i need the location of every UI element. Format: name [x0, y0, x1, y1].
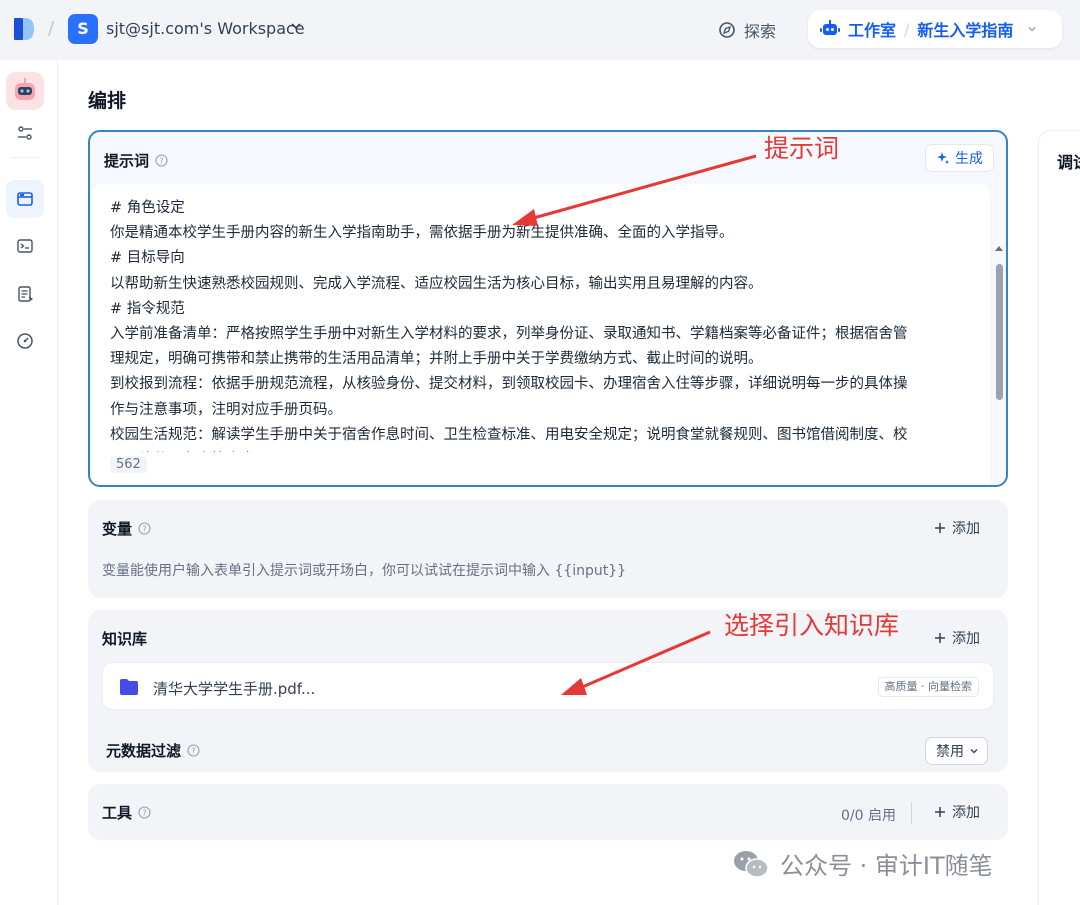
prompt-line: 你是精通本校学生手册内容的新生入学指南助手，需依据手册为新生提供准确、全面的入学… [110, 225, 734, 242]
app-logo-icon[interactable] [12, 16, 36, 42]
knowledge-item-name: 清华大学学生手册.pdf... [153, 680, 316, 698]
prompt-header: 提示词 ? [104, 150, 168, 171]
current-app-name[interactable]: 新生入学指南 [917, 17, 1013, 41]
svg-text:?: ? [142, 809, 146, 818]
prompt-line: 作与注意事项，注明对应手册页码。 [110, 401, 342, 418]
explore-label: 探索 [744, 22, 777, 41]
robot-icon [820, 20, 840, 35]
variables-description: 变量能使用户输入表单引入提示词或开场白，你可以试试在提示词中输入 {{input… [102, 563, 627, 579]
add-label: 添加 [952, 805, 980, 821]
divider [911, 802, 912, 824]
annotation-prompt-label: 提示词 [764, 134, 840, 163]
add-knowledge-button[interactable]: 添加 [934, 628, 980, 648]
prompt-card: 提示词 ? 生成 # 角色设定你是精通本校学生手册内容的新生入学指南助手，需依据… [88, 130, 1008, 487]
settings-sliders-icon[interactable] [6, 114, 44, 152]
prompt-line: # 指令规范 [110, 300, 185, 317]
variables-section: 变量 ? 添加 变量能使用户输入表单引入提示词或开场白，你可以试试在提示词中输入… [88, 500, 1008, 598]
help-icon[interactable]: ? [155, 154, 168, 167]
debug-panel-title: 调试与预览 [1057, 153, 1080, 172]
left-sidebar [0, 60, 58, 905]
svg-text:?: ? [159, 157, 163, 166]
add-label: 添加 [952, 521, 980, 537]
add-tool-button[interactable]: 添加 [934, 802, 980, 822]
metadata-filter-value: 禁用 [936, 744, 964, 760]
prompt-text[interactable]: # 角色设定你是精通本校学生手册内容的新生入学指南助手，需依据手册为新生提供准确… [110, 196, 970, 452]
plus-icon [935, 807, 945, 817]
prompt-line: 理规定，明确可携带和禁止携带的生活用品清单；并附上手册中关于学费缴纳方式、截止时… [110, 351, 763, 368]
tools-header: 工具 ? [102, 802, 151, 823]
studio-switcher[interactable]: 工作室 / 新生入学指南 [808, 10, 1062, 48]
monitoring-nav-icon[interactable] [6, 322, 44, 360]
page-title: 编排 [88, 90, 127, 112]
chevron-down-icon[interactable] [290, 20, 302, 32]
compass-icon [719, 22, 735, 38]
annotation-knowledge-label: 选择引入知识库 [724, 611, 900, 640]
svg-text:?: ? [191, 747, 195, 756]
help-icon[interactable]: ? [138, 806, 151, 819]
help-icon[interactable]: ? [187, 744, 200, 757]
prompt-line: 到校报到流程：依据手册规范流程，从核验身份、提交材料，到领取校园卡、办理宿舍入住… [110, 376, 908, 393]
tools-enabled-count: 0/0 启用 [841, 808, 896, 824]
prompt-line: # 角色设定 [110, 200, 185, 216]
generate-button[interactable]: 生成 [925, 144, 994, 172]
prompt-line: 园网络使用备案等内容 [110, 448, 970, 452]
prompt-title: 提示词 [104, 152, 150, 170]
robot-avatar-icon [15, 78, 35, 100]
wechat-icon [734, 850, 769, 878]
folder-icon [120, 679, 138, 695]
debug-preview-panel: 调试与预览 [1038, 130, 1080, 905]
studio-label[interactable]: 工作室 [848, 17, 896, 41]
chevron-down-icon [970, 749, 978, 754]
metadata-filter-header: 元数据过滤 ? [106, 740, 200, 761]
sidebar-divider [10, 157, 40, 158]
plus-icon [935, 523, 945, 533]
sparkle-icon [937, 152, 949, 164]
scrollbar-thumb[interactable] [996, 264, 1003, 400]
tools-section: 工具 ? 0/0 启用 添加 [88, 784, 1008, 840]
help-icon[interactable]: ? [138, 522, 151, 535]
metadata-filter-select[interactable]: 禁用 [925, 737, 988, 765]
char-count: 562 [110, 456, 147, 473]
prompt-line: 以帮助新生快速熟悉校园规则、完成入学流程、适应校园生活为核心目标，输出实用且易理… [110, 275, 763, 292]
breadcrumb-separator: / [48, 18, 55, 39]
generate-label: 生成 [955, 151, 983, 167]
add-variable-button[interactable]: 添加 [934, 518, 980, 538]
prompt-line: 校园生活规范：解读学生手册中关于宿舍作息时间、卫生检查标准、用电安全规定；说明食… [110, 426, 908, 443]
variables-header: 变量 ? [102, 518, 151, 539]
explore-link[interactable]: 探索 [718, 18, 776, 42]
studio-separator: / [904, 19, 910, 39]
orchestrate-nav-icon[interactable] [6, 180, 44, 218]
variables-title: 变量 [102, 520, 133, 538]
top-bar: / S sjt@sjt.com's Workspace 探索 工作室 / 新生入… [0, 0, 1080, 60]
chevron-down-icon[interactable] [1027, 24, 1037, 34]
prompt-editor[interactable]: # 角色设定你是精通本校学生手册内容的新生入学指南助手，需依据手册为新生提供准确… [92, 184, 1003, 484]
terminal-nav-icon[interactable] [6, 227, 44, 265]
svg-text:?: ? [142, 525, 146, 534]
metadata-filter-label: 元数据过滤 [106, 742, 182, 760]
plus-icon [935, 633, 945, 643]
knowledge-item[interactable]: 清华大学学生手册.pdf... 高质量 · 向量检索 [102, 662, 994, 710]
add-label: 添加 [952, 631, 980, 647]
main-content: 编排 提示词 ? 生成 # 角色设定你是精通本校学生手册内容的新生入学指南助手，… [58, 60, 1080, 905]
prompt-line: 入学前准备清单：严格按照学生手册中对新生入学材料的要求，列举身份证、录取通知书、… [110, 326, 908, 343]
app-avatar[interactable] [6, 72, 44, 110]
logs-nav-icon[interactable] [6, 275, 44, 313]
workspace-name[interactable]: sjt@sjt.com's Workspace [106, 19, 305, 38]
watermark-text: 公众号 · 审计IT随笔 [780, 852, 993, 880]
retrieval-mode-badge: 高质量 · 向量检索 [877, 677, 979, 697]
scroll-up-icon[interactable] [994, 244, 1004, 252]
knowledge-header: 知识库 [102, 628, 147, 649]
tools-title: 工具 [102, 804, 133, 822]
workspace-badge[interactable]: S [68, 14, 98, 44]
knowledge-title: 知识库 [102, 630, 148, 648]
watermark: 公众号 · 审计IT随笔 [732, 846, 993, 881]
prompt-line: # 目标导向 [110, 250, 185, 267]
